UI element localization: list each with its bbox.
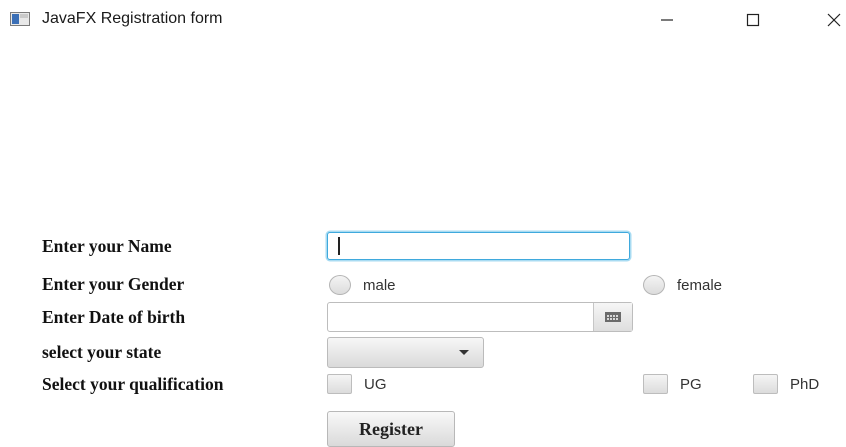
date-of-birth-picker[interactable] [327,302,633,332]
gender-radio-female[interactable]: female [643,275,722,295]
text-caret [338,237,340,255]
minimize-button[interactable] [647,6,687,34]
name-label: Enter your Name [42,236,172,256]
qualification-checkbox-ug[interactable]: UG [327,374,387,394]
state-label: select your state [42,342,162,362]
gender-label: Enter your Gender [42,274,185,294]
radio-button-icon[interactable] [329,275,351,295]
checkbox-icon[interactable] [643,374,668,394]
maximize-icon [746,13,760,27]
dob-label: Enter Date of birth [42,307,186,327]
qualification-option-label: PhD [790,375,820,393]
gender-option-label: male [363,276,396,294]
maximize-button[interactable] [733,6,773,34]
title-bar: JavaFX Registration form [0,0,846,40]
gender-option-label: female [677,276,723,294]
qualification-label: Select your qualification [42,374,224,394]
window-title: JavaFX Registration form [42,10,223,27]
checkbox-icon[interactable] [753,374,778,394]
calendar-button[interactable] [593,303,632,331]
app-icon [10,12,30,26]
checkbox-icon[interactable] [327,374,352,394]
dropdown-arrow-icon[interactable] [459,350,469,355]
gender-radio-male[interactable]: male [329,275,396,295]
radio-button-icon[interactable] [643,275,665,295]
qualification-option-label: PG [680,375,702,393]
state-combobox[interactable] [327,337,484,368]
minimize-icon [661,19,673,21]
close-icon [827,13,841,27]
calendar-icon [605,312,621,322]
qualification-checkbox-pg[interactable]: PG [643,374,702,394]
qualification-option-label: UG [364,375,387,393]
close-button[interactable] [814,6,846,34]
qualification-checkbox-phd[interactable]: PhD [753,374,819,394]
name-input[interactable] [327,232,630,260]
